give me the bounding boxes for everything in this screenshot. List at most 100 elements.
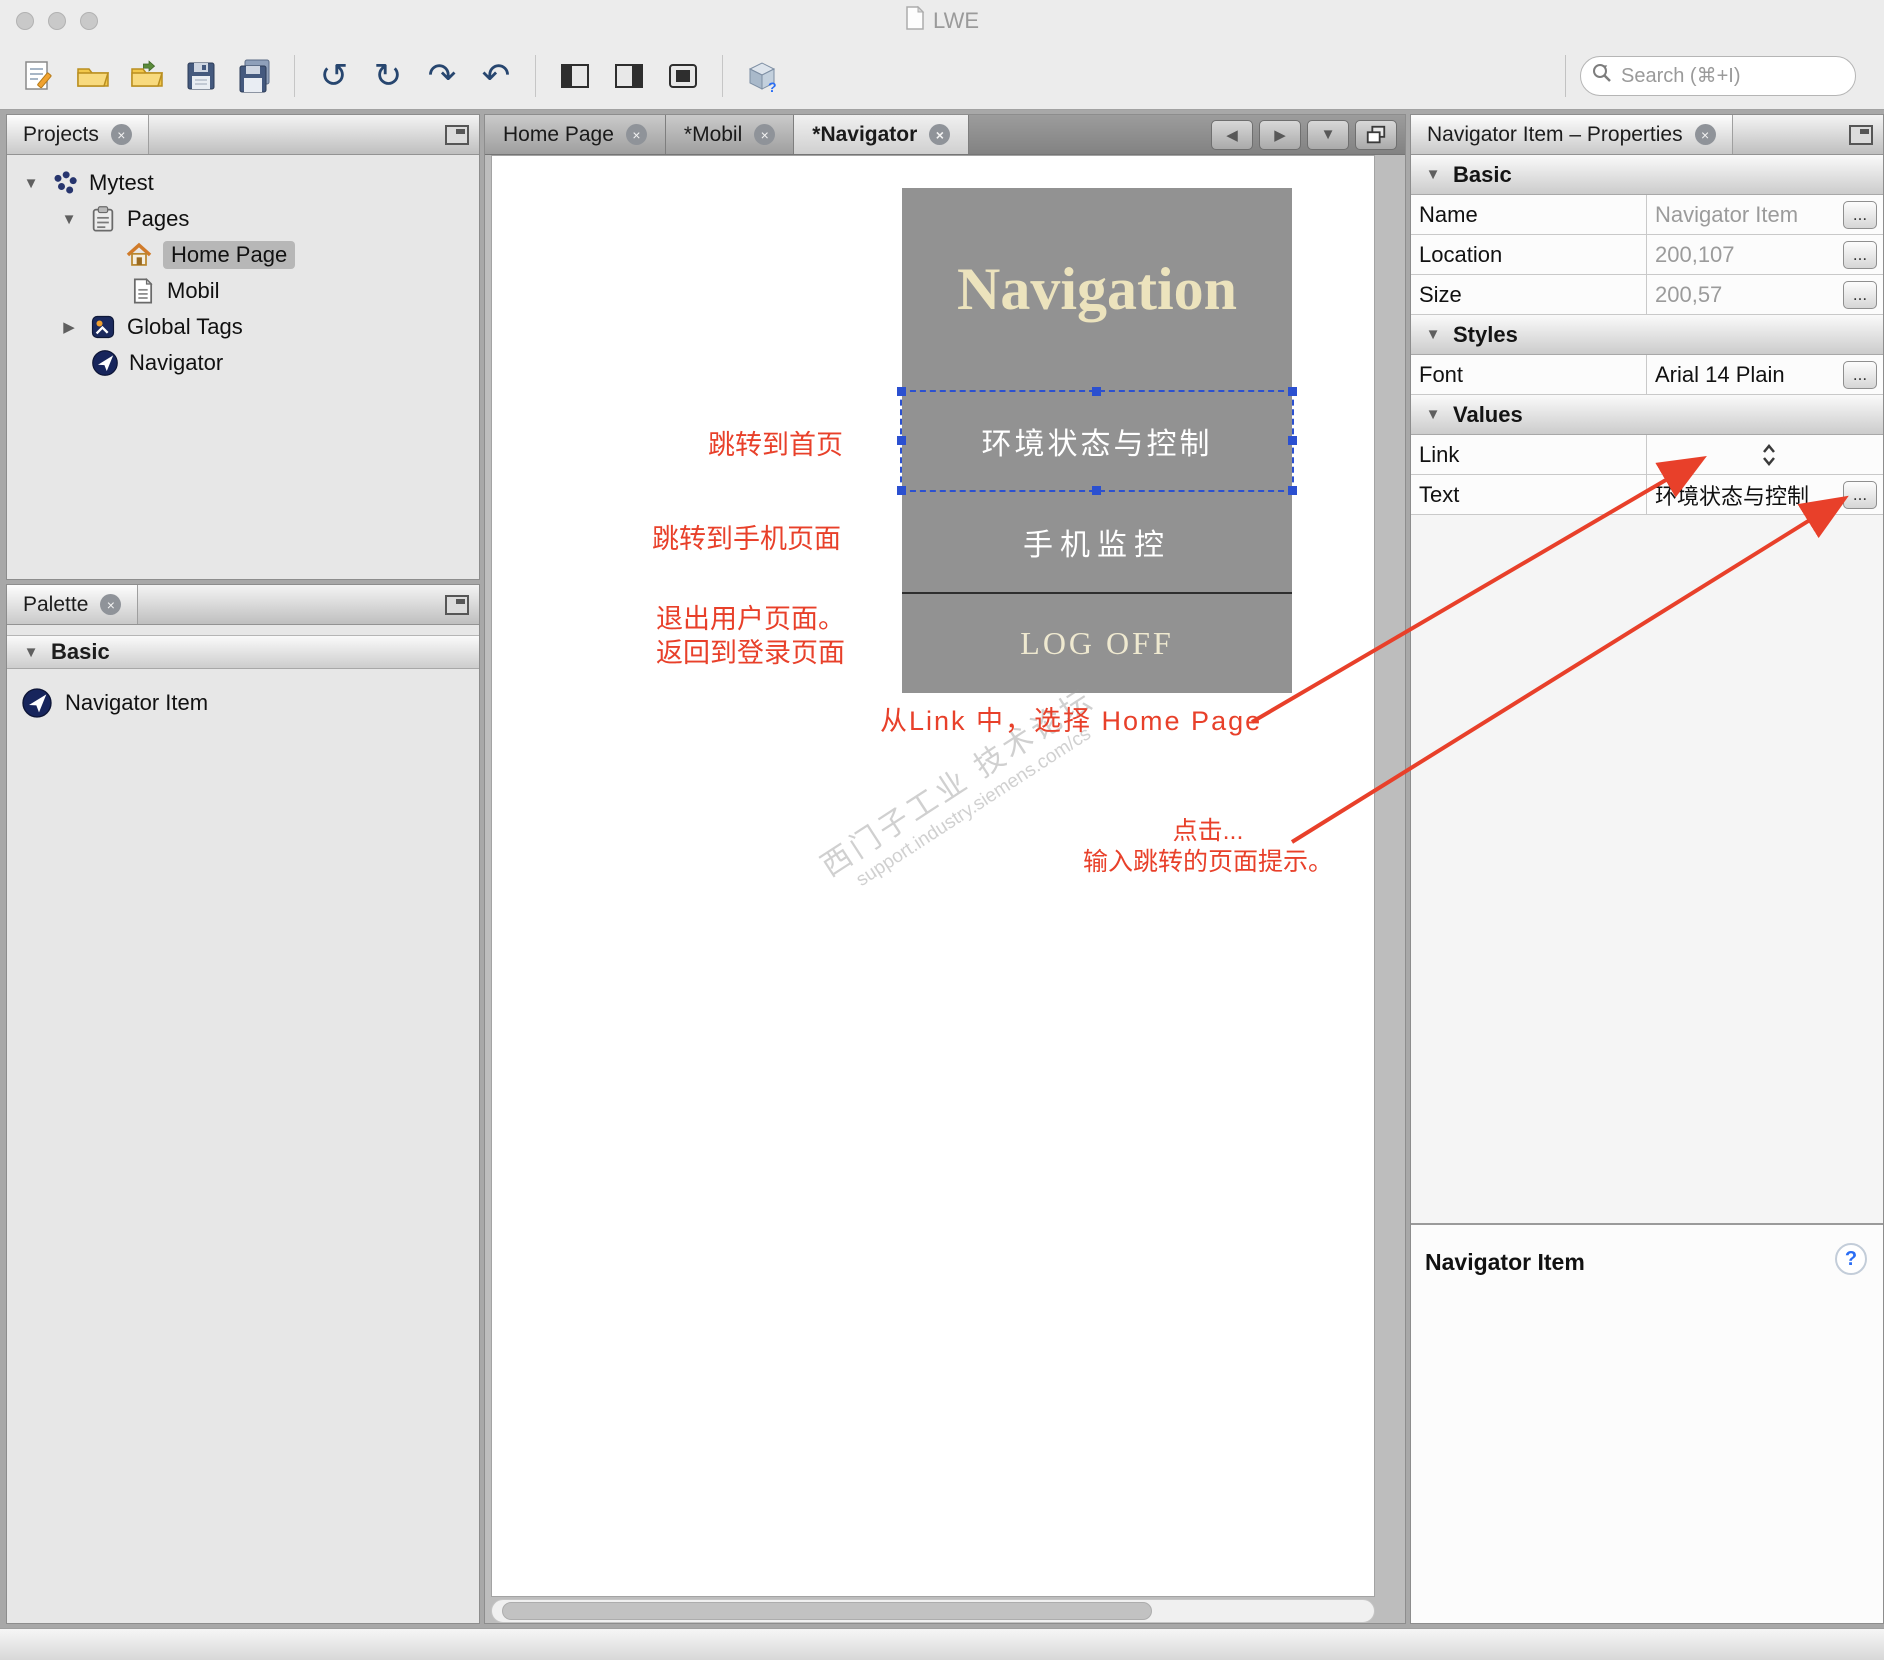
close-icon[interactable]: ×	[625, 124, 647, 145]
more-button[interactable]: ...	[1843, 280, 1877, 309]
tree-item-label: Mytest	[89, 170, 154, 195]
close-icon[interactable]: ×	[100, 594, 122, 615]
selection-handle[interactable]	[897, 387, 906, 396]
tab-list-dropdown-button[interactable]: ▼	[1307, 119, 1349, 150]
properties-panel: Navigator Item – Properties × ▼ Basic Na…	[1410, 114, 1884, 1624]
close-icon[interactable]: ×	[110, 124, 132, 145]
help-icon[interactable]: ?	[1835, 1243, 1867, 1275]
widget-item-mobile[interactable]: 手机监控	[902, 492, 1292, 592]
tree-item-navigator[interactable]: Navigator	[7, 345, 479, 381]
next-tab-button[interactable]: ▶	[1259, 119, 1301, 150]
close-icon[interactable]: ×	[929, 124, 951, 145]
palette-item-label: Navigator Item	[65, 690, 209, 715]
section-label: Styles	[1453, 321, 1518, 347]
more-button[interactable]: ...	[1843, 360, 1877, 389]
chevron-down-icon[interactable]: ▼	[21, 175, 41, 192]
close-icon[interactable]: ×	[754, 124, 776, 145]
section-basic[interactable]: ▼ Basic	[1411, 155, 1883, 195]
help-cube-button[interactable]: ?	[739, 53, 785, 99]
tab-label: *Navigator	[812, 122, 918, 146]
projects-tab[interactable]: Projects ×	[7, 115, 149, 154]
property-row-link: Link	[1411, 435, 1883, 475]
import-folder-button[interactable]	[124, 53, 170, 99]
chevron-down-icon: ▼	[1425, 166, 1441, 183]
prev-tab-button[interactable]: ◀	[1211, 119, 1253, 150]
toolbar-separator	[294, 54, 295, 97]
maximize-editor-button[interactable]	[1355, 119, 1397, 150]
home-icon	[125, 241, 153, 269]
collapse-panel-icon[interactable]	[1849, 125, 1873, 145]
scrollbar-thumb[interactable]	[502, 1602, 1152, 1620]
property-label: Size	[1411, 275, 1647, 314]
tab-home-page[interactable]: Home Page ×	[485, 115, 666, 154]
title-bar: LWE	[0, 0, 1884, 42]
close-icon[interactable]: ×	[1694, 124, 1716, 145]
project-icon	[51, 169, 79, 197]
collapse-panel-icon[interactable]	[445, 595, 469, 615]
horizontal-scrollbar[interactable]	[491, 1599, 1375, 1623]
tree-item-label: Navigator	[129, 350, 224, 375]
section-styles[interactable]: ▼ Styles	[1411, 315, 1883, 355]
design-canvas[interactable]: Navigation 环境状态与控制 手机监控 LOG OFF 西门子工业 技术…	[491, 155, 1375, 1597]
more-button[interactable]: ...	[1843, 480, 1877, 509]
selection-handle[interactable]	[897, 486, 906, 495]
new-page-button[interactable]	[16, 53, 62, 99]
tree-item-label-selected: Home Page	[163, 241, 296, 269]
jump-back-button[interactable]: ↶	[473, 53, 519, 99]
widget-title: Navigation	[956, 255, 1238, 322]
tree-item-home-page[interactable]: Home Page	[7, 237, 479, 273]
search-field[interactable]: ×	[1580, 56, 1884, 96]
tree-item-mobil[interactable]: Mobil	[7, 273, 479, 309]
save-button[interactable]	[178, 53, 224, 99]
selection-handle[interactable]	[1288, 436, 1297, 445]
property-row-name: Name Navigator Item ...	[1411, 195, 1883, 235]
selection-handle[interactable]	[1092, 387, 1101, 396]
save-all-button[interactable]	[232, 53, 278, 99]
properties-tab-label: Navigator Item – Properties	[1427, 122, 1683, 146]
open-folder-button[interactable]	[70, 53, 116, 99]
property-label: Location	[1411, 235, 1647, 274]
annotation-link: 从Link 中，选择 Home Page	[880, 706, 1263, 736]
screen-view-button[interactable]	[660, 53, 706, 99]
selection-handle[interactable]	[897, 436, 906, 445]
help-title: Navigator Item	[1425, 1249, 1585, 1275]
toolbar-separator	[1565, 55, 1566, 97]
selection-handle[interactable]	[1288, 486, 1297, 495]
section-values[interactable]: ▼ Values	[1411, 395, 1883, 435]
tab-controls: ◀ ▶ ▼	[1211, 115, 1405, 154]
link-dropdown[interactable]	[1647, 441, 1883, 469]
pages-icon	[89, 205, 117, 233]
chevron-right-icon[interactable]: ▶	[59, 318, 79, 336]
projects-panel: Projects × ▼ Mytest ▼ Pages Home Page Mo…	[6, 114, 480, 580]
search-input[interactable]	[1621, 64, 1884, 88]
tree-item-mytest[interactable]: ▼ Mytest	[7, 165, 479, 201]
chevron-down-icon: ▼	[1425, 406, 1441, 423]
selection-handle[interactable]	[1288, 387, 1297, 396]
navigator-icon	[91, 349, 119, 377]
selection-box[interactable]	[897, 387, 1297, 495]
tree-item-global-tags[interactable]: ▶ Global Tags	[7, 309, 479, 345]
properties-tab[interactable]: Navigator Item – Properties ×	[1411, 115, 1733, 154]
annotation-home: 跳转到首页	[708, 430, 843, 460]
tree-item-pages[interactable]: ▼ Pages	[7, 201, 479, 237]
jump-forward-button[interactable]: ↷	[419, 53, 465, 99]
more-button[interactable]: ...	[1843, 240, 1877, 269]
collapse-panel-icon[interactable]	[445, 125, 469, 145]
window-title: LWE	[932, 8, 980, 33]
more-button[interactable]: ...	[1843, 200, 1877, 229]
toggle-right-panel-button[interactable]	[606, 53, 652, 99]
tab-navigator[interactable]: *Navigator ×	[794, 115, 970, 154]
chevron-down-icon[interactable]: ▼	[59, 211, 79, 228]
undo-button[interactable]: ↺	[311, 53, 357, 99]
palette-item-navigator-item[interactable]: Navigator Item	[7, 687, 479, 719]
selection-handle[interactable]	[1092, 486, 1101, 495]
redo-button[interactable]: ↻	[365, 53, 411, 99]
property-label: Text	[1411, 475, 1647, 514]
tab-mobil[interactable]: *Mobil ×	[665, 115, 795, 154]
navigation-widget[interactable]: Navigation 环境状态与控制 手机监控 LOG OFF	[897, 188, 1297, 693]
widget-item-logoff[interactable]: LOG OFF	[902, 594, 1292, 692]
toggle-left-panel-button[interactable]	[552, 53, 598, 99]
palette-section-basic[interactable]: ▼ Basic	[7, 635, 479, 669]
palette-tab[interactable]: Palette ×	[7, 585, 139, 624]
tab-label: *Mobil	[683, 122, 743, 146]
